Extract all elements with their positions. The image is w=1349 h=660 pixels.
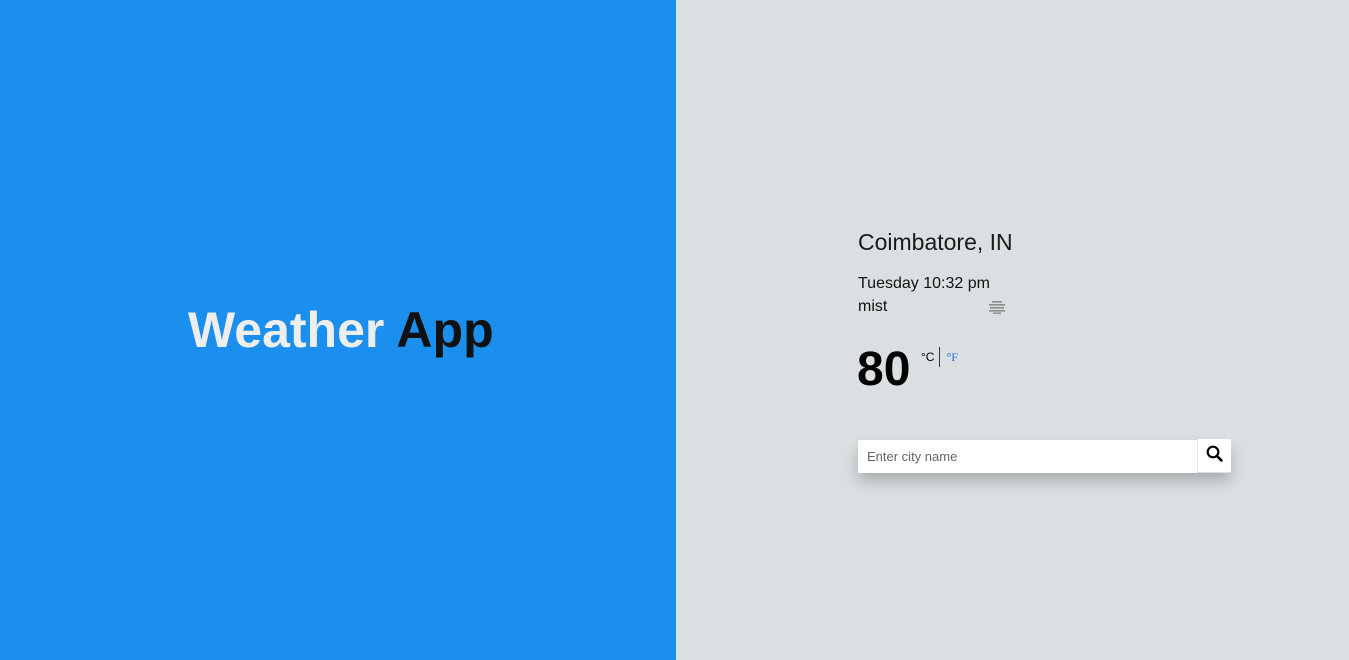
city-name: Coimbatore, IN [858, 229, 1013, 255]
search-icon [1206, 445, 1223, 467]
app-root: Weather App Coimbatore, IN Tuesday 10:32… [0, 0, 1349, 660]
weather-panel: Coimbatore, IN Tuesday 10:32 pm mist 80 … [676, 0, 1349, 660]
search-button[interactable] [1197, 439, 1231, 472]
unit-toggle: °C °F [921, 347, 958, 367]
mist-icon [988, 300, 1006, 314]
app-title-word-app: App [396, 302, 494, 358]
celsius-unit[interactable]: °C [921, 350, 939, 364]
app-title-word-weather: Weather [188, 302, 385, 358]
weather-description: mist [858, 298, 888, 315]
app-title: Weather App [188, 300, 494, 360]
brand-panel: Weather App [0, 0, 676, 660]
fahrenheit-unit[interactable]: °F [940, 350, 957, 365]
date-time: Tuesday 10:32 pm [858, 275, 990, 292]
temperature-value: 80 [857, 343, 911, 396]
search-bar [858, 439, 1231, 473]
city-search-input[interactable] [858, 440, 1198, 473]
